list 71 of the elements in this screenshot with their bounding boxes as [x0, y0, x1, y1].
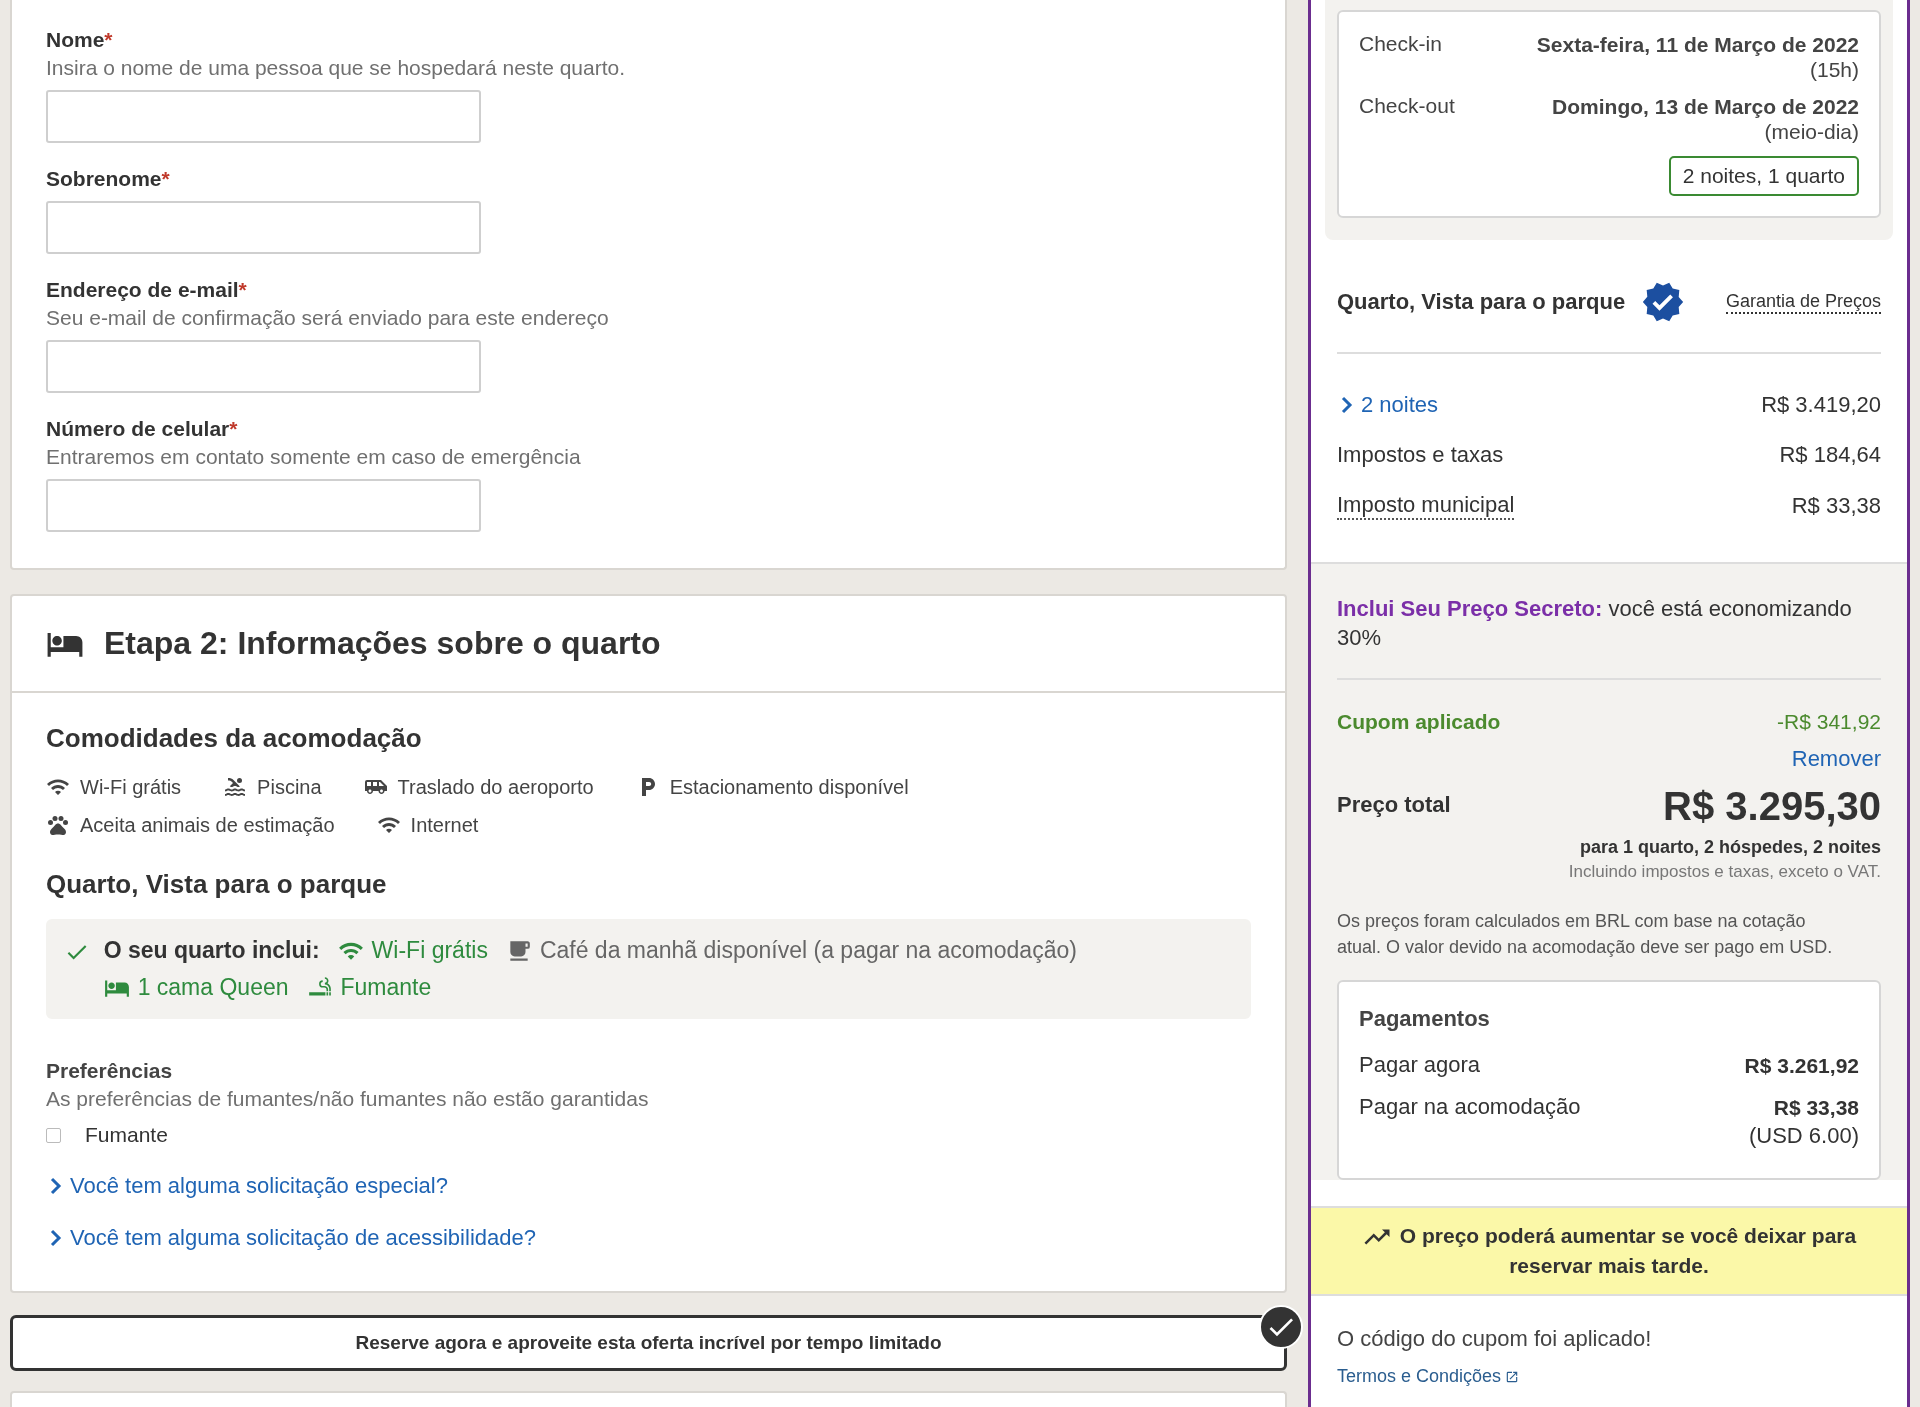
field-hint: Seu e-mail de confirmação será enviado para este endereço	[46, 305, 610, 331]
amenity-label: Estacionamento disponível	[669, 775, 909, 799]
room-name: Quarto, Vista para o parque	[46, 868, 388, 901]
chevron-icon	[50, 1229, 62, 1247]
amenity-label: Traslado do aeroporto	[397, 775, 594, 799]
external-link-icon	[1505, 1369, 1520, 1384]
field-label: Endereço de e-mail*	[46, 277, 248, 303]
input-field[interactable]	[46, 90, 481, 143]
offer-button[interactable]: Reserve agora e aproveite esta oferta incrível por tempo limitado	[10, 1315, 1287, 1371]
step-title: Etapa 2: Informações sobre o quarto	[104, 625, 661, 662]
section-heading: Comodidades da acomodação	[46, 722, 423, 755]
price-amount: R$ 33,38	[1791, 493, 1881, 519]
payment-amount: R$ 3.261,92	[1744, 1053, 1859, 1079]
input-field[interactable]	[46, 340, 481, 393]
included-feature: Café da manhã disponível (a pagar na acomodação)	[539, 937, 1077, 964]
included-feature: Fumante	[340, 974, 432, 1001]
total-amount: R$ 3.295,30	[1663, 784, 1881, 829]
field-label: Sobrenome*	[46, 166, 171, 192]
includes-label: O seu quarto inclui:	[103, 937, 320, 964]
secret-price-text: Inclui Seu Preço Secreto: você está economizando 30%	[1337, 594, 1881, 680]
included-feature: 1 cama Queen	[137, 974, 289, 1001]
stay-date: Sexta-feira, 11 de Março de 2022	[1536, 32, 1859, 57]
terms-link[interactable]: Termos e Condições	[1337, 1366, 1520, 1388]
chevron-icon	[1341, 396, 1353, 414]
stay-date: Domingo, 13 de Março de 2022	[1552, 94, 1859, 119]
coupon-amount: -R$ 341,92	[1777, 710, 1881, 734]
stay-label: Check-out	[1359, 94, 1455, 119]
price-amount: R$ 184,64	[1779, 442, 1881, 468]
request-link[interactable]: Você tem alguma solicitação de acessibilidade?	[50, 1225, 536, 1251]
price-label[interactable]: Imposto municipal	[1337, 492, 1515, 520]
coupon-label: Cupom aplicado	[1337, 710, 1501, 734]
amenity-label: Wi-Fi grátis	[80, 775, 182, 799]
included-feature: Wi-Fi grátis	[371, 937, 488, 964]
payment-amount: R$ 33,38	[1772, 1095, 1859, 1121]
stay-label: Check-in	[1359, 32, 1442, 57]
total-label: Preço total	[1337, 792, 1451, 818]
nights-link[interactable]: 2 noites	[1341, 392, 1439, 418]
chevron-icon	[50, 1177, 62, 1195]
preferences-hint: As preferências de fumantes/não fumantes não estão garantidas	[46, 1086, 650, 1112]
room-title: Quarto, Vista para o parque	[1337, 289, 1626, 315]
price-alert-text: O preço poderá aumentar se você deixar para reservar mais tarde.	[1399, 1224, 1857, 1278]
swimmer-icon	[223, 775, 248, 799]
request-link[interactable]: Você tem alguma solicitação especial?	[50, 1173, 448, 1199]
coupon-message: O código do cupom foi aplicado!	[1337, 1326, 1653, 1353]
currency-note: Os preços foram calculados em BRL com base na cotação atual. O valor devido na acomodação deve ser pago em USD.	[1337, 910, 1834, 959]
preferences-heading: Preferências	[46, 1058, 174, 1084]
payment-usd: (USD 6.00)	[1748, 1122, 1859, 1150]
field-label: Nome*	[46, 27, 114, 53]
field-label: Número de celular*	[46, 416, 239, 442]
field-hint: Entraremos em contato somente em caso de emergência	[46, 444, 582, 470]
payment-label: Pagar na acomodação	[1359, 1094, 1581, 1120]
amenity-label: Piscina	[257, 775, 322, 799]
price-label: Impostos e taxas	[1337, 442, 1504, 468]
input-field[interactable]	[46, 479, 481, 532]
stay-time: (15h)	[1808, 57, 1859, 82]
price-amount: R$ 3.419,20	[1761, 392, 1881, 418]
duration-tag: 2 noites, 1 quarto	[1668, 156, 1859, 196]
remove-link[interactable]: Remover	[1791, 746, 1881, 772]
input-field[interactable]	[46, 201, 481, 254]
checkbox-label: Fumante	[85, 1123, 168, 1147]
guarantee-link[interactable]: Garantia de Preços	[1725, 290, 1881, 314]
seal-check-icon	[1641, 280, 1686, 324]
payments-title: Pagamentos	[1359, 1006, 1491, 1032]
total-basis: para 1 quarto, 2 hóspedes, 2 noites	[1578, 837, 1881, 858]
payment-label: Pagar agora	[1359, 1052, 1481, 1078]
amenity-label: Aceita animais de estimação	[80, 813, 335, 837]
field-hint: Insira o nome de uma pessoa que se hospedará neste quarto.	[46, 55, 627, 81]
checkbox[interactable]	[46, 1127, 61, 1143]
tax-note: Incluindo impostos e taxas, exceto o VAT.	[1567, 862, 1881, 882]
stay-time: (meio-dia)	[1763, 119, 1859, 144]
amenity-label: Internet	[410, 813, 479, 837]
